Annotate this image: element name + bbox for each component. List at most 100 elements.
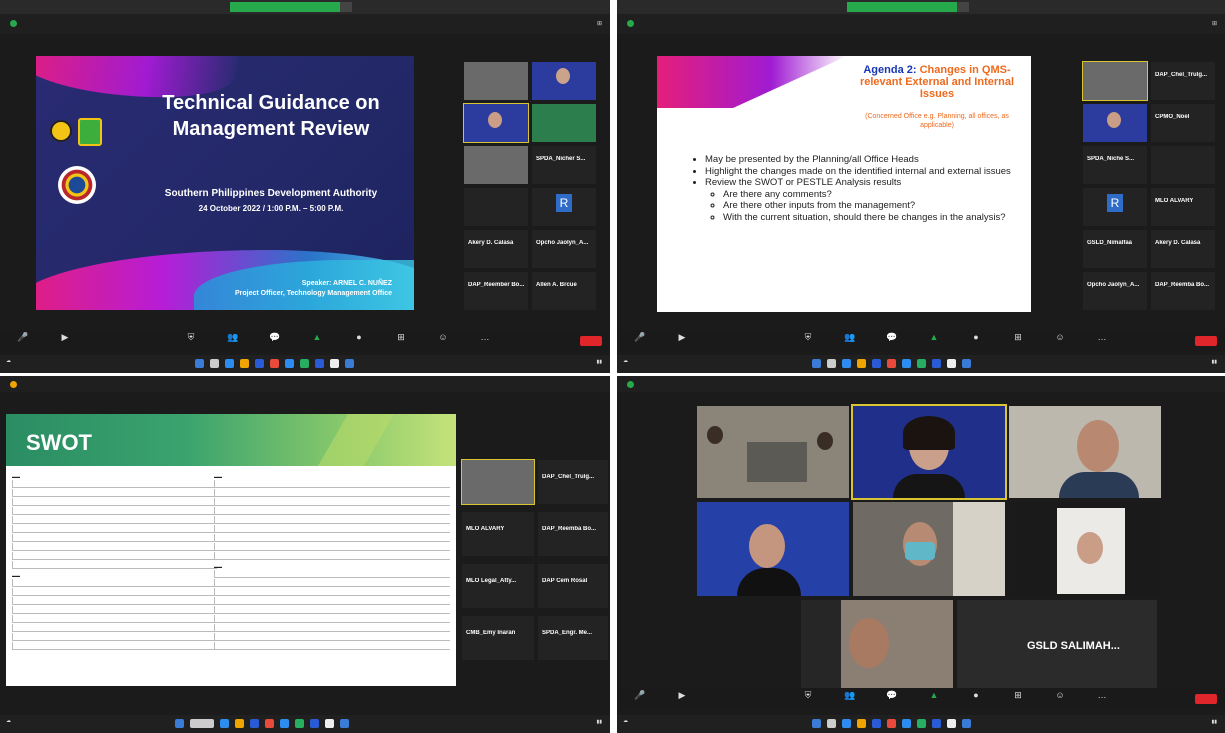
more-button[interactable]: … bbox=[474, 333, 496, 349]
chat-button[interactable]: 💬 bbox=[881, 333, 903, 349]
stop-share-button[interactable] bbox=[957, 2, 969, 12]
app-icon[interactable] bbox=[947, 359, 956, 368]
participant-tile[interactable]: Opcho Jaolyn_A... bbox=[1083, 272, 1147, 310]
app-icon[interactable] bbox=[225, 359, 234, 368]
app-icon[interactable] bbox=[310, 719, 319, 728]
chat-button[interactable]: 💬 bbox=[264, 333, 286, 349]
app-icon[interactable] bbox=[902, 719, 911, 728]
app-icon[interactable] bbox=[887, 359, 896, 368]
app-icon[interactable] bbox=[872, 719, 881, 728]
search-icon[interactable] bbox=[190, 719, 214, 728]
security-button[interactable]: ⛨ bbox=[797, 691, 819, 707]
app-icon[interactable] bbox=[280, 719, 289, 728]
app-icon[interactable] bbox=[842, 719, 851, 728]
app-icon[interactable] bbox=[235, 719, 244, 728]
participant-tile[interactable]: Opcho Jaolyn_A... bbox=[532, 230, 596, 268]
more-button[interactable]: … bbox=[1091, 691, 1113, 707]
app-icon[interactable] bbox=[300, 359, 309, 368]
reactions-button[interactable]: ☺ bbox=[1049, 691, 1071, 707]
participant-tile[interactable] bbox=[853, 502, 1005, 596]
participant-tile[interactable]: R bbox=[1083, 188, 1147, 226]
security-button[interactable]: ⛨ bbox=[797, 333, 819, 349]
participant-tile[interactable] bbox=[464, 146, 528, 184]
view-button[interactable]: ⊞ bbox=[1212, 20, 1217, 27]
app-icon[interactable] bbox=[962, 359, 971, 368]
app-icon[interactable] bbox=[857, 359, 866, 368]
app-icon[interactable] bbox=[857, 719, 866, 728]
reactions-button[interactable]: ☺ bbox=[1049, 333, 1071, 349]
participant-tile[interactable] bbox=[463, 103, 529, 143]
record-button[interactable]: ● bbox=[965, 691, 987, 707]
app-icon[interactable] bbox=[947, 719, 956, 728]
app-icon[interactable] bbox=[887, 719, 896, 728]
participant-tile[interactable]: DAP Cem Rosal bbox=[538, 564, 608, 608]
participant-tile[interactable]: SPDA_Niche S... bbox=[1083, 146, 1147, 184]
app-icon[interactable] bbox=[842, 359, 851, 368]
search-icon[interactable] bbox=[210, 359, 219, 368]
app-icon[interactable] bbox=[265, 719, 274, 728]
app-icon[interactable] bbox=[917, 719, 926, 728]
reactions-button[interactable]: ☺ bbox=[432, 333, 454, 349]
video-button[interactable]: ▶ bbox=[54, 333, 76, 349]
app-icon[interactable] bbox=[932, 359, 941, 368]
view-button[interactable]: ⊞ bbox=[597, 20, 602, 27]
participant-tile[interactable] bbox=[1151, 146, 1215, 184]
participant-tile[interactable] bbox=[532, 104, 596, 142]
app-icon[interactable] bbox=[270, 359, 279, 368]
stop-share-button[interactable] bbox=[340, 2, 352, 12]
security-button[interactable]: ⛨ bbox=[180, 333, 202, 349]
end-button[interactable] bbox=[1195, 694, 1217, 704]
participant-tile[interactable]: DAP_Reemba Bo... bbox=[1151, 272, 1215, 310]
participant-tile[interactable] bbox=[532, 62, 596, 100]
start-icon[interactable] bbox=[812, 719, 821, 728]
record-button[interactable]: ● bbox=[965, 333, 987, 349]
app-icon[interactable] bbox=[932, 719, 941, 728]
participant-tile[interactable]: R bbox=[532, 188, 596, 226]
participant-tile[interactable]: GSLD SALIMAH... bbox=[957, 600, 1157, 694]
share-screen-button[interactable]: ▲ bbox=[923, 333, 945, 349]
app-icon[interactable] bbox=[872, 359, 881, 368]
participant-tile[interactable]: SPDA_Nicher S... bbox=[532, 146, 596, 184]
participant-tile[interactable]: GSLD_Nimalfaa bbox=[1083, 230, 1147, 268]
breakout-button[interactable]: ⊞ bbox=[1007, 691, 1029, 707]
participant-tile[interactable] bbox=[1083, 104, 1147, 142]
app-icon[interactable] bbox=[340, 719, 349, 728]
app-icon[interactable] bbox=[255, 359, 264, 368]
app-icon[interactable] bbox=[285, 359, 294, 368]
participant-tile[interactable]: DAP_Chel_Trulg... bbox=[1151, 62, 1215, 100]
app-icon[interactable] bbox=[902, 359, 911, 368]
participant-tile[interactable]: MLO ALVARY bbox=[1151, 188, 1215, 226]
participant-tile[interactable]: CMB_Emy Inaran bbox=[462, 616, 534, 660]
app-icon[interactable] bbox=[240, 359, 249, 368]
search-icon[interactable] bbox=[827, 719, 836, 728]
participant-tile[interactable] bbox=[461, 459, 535, 505]
participants-button[interactable]: 👥 bbox=[839, 333, 861, 349]
breakout-button[interactable]: ⊞ bbox=[390, 333, 412, 349]
video-button[interactable]: ▶ bbox=[671, 691, 693, 707]
participant-tile[interactable] bbox=[851, 404, 1007, 500]
participant-tile[interactable]: DAP_Reember Bo... bbox=[464, 272, 528, 310]
end-button[interactable] bbox=[580, 336, 602, 346]
participant-tile[interactable]: Akery D. Calasa bbox=[1151, 230, 1215, 268]
share-screen-button[interactable]: ▲ bbox=[306, 333, 328, 349]
participant-tile[interactable] bbox=[464, 188, 528, 226]
end-button[interactable] bbox=[1195, 336, 1217, 346]
participant-tile[interactable] bbox=[801, 600, 953, 694]
mute-button[interactable]: 🎤 bbox=[629, 333, 651, 349]
participant-tile[interactable]: DAP_Reemba Bo... bbox=[538, 512, 608, 556]
start-icon[interactable] bbox=[175, 719, 184, 728]
app-icon[interactable] bbox=[345, 359, 354, 368]
record-button[interactable]: ● bbox=[348, 333, 370, 349]
participant-tile[interactable] bbox=[1082, 61, 1148, 101]
breakout-button[interactable]: ⊞ bbox=[1007, 333, 1029, 349]
mute-button[interactable]: 🎤 bbox=[629, 691, 651, 707]
app-icon[interactable] bbox=[330, 359, 339, 368]
start-icon[interactable] bbox=[195, 359, 204, 368]
participant-tile[interactable]: Allen A. Brcue bbox=[532, 272, 596, 310]
app-icon[interactable] bbox=[250, 719, 259, 728]
app-icon[interactable] bbox=[962, 719, 971, 728]
participant-tile[interactable] bbox=[697, 502, 849, 596]
more-button[interactable]: … bbox=[1091, 333, 1113, 349]
participant-tile[interactable]: MLO ALVARY bbox=[462, 512, 534, 556]
start-icon[interactable] bbox=[812, 359, 821, 368]
